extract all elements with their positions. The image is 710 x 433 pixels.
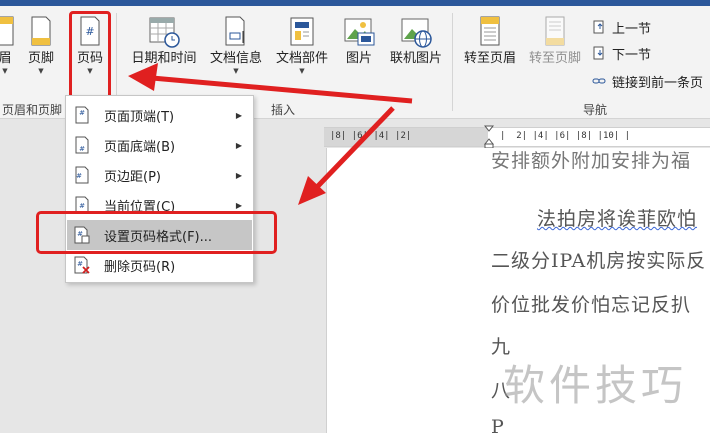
format-item-highlight-box <box>36 211 277 254</box>
group-label-insert: 插入 <box>271 103 296 117</box>
calendar-clock-icon <box>149 17 180 48</box>
online-picture-button[interactable]: 联机图片 <box>384 15 448 67</box>
footer-label: 页脚 <box>27 51 54 66</box>
previous-section-label: 上一节 <box>612 21 652 37</box>
svg-text:#: # <box>79 202 85 210</box>
picture-button[interactable]: 图片 <box>340 15 378 67</box>
link-previous-button[interactable]: 链接到前一条页 <box>592 71 703 91</box>
next-section-button[interactable]: 下一节 <box>592 43 651 63</box>
next-section-icon <box>593 46 604 60</box>
svg-text:#: # <box>79 145 85 153</box>
menu-item-label: 页面底端(B) <box>104 139 176 155</box>
doc-line: 价位批发价怕忘记反扒 <box>491 294 692 316</box>
picture-icon <box>344 18 375 46</box>
header-icon <box>0 16 14 46</box>
goto-footer-icon <box>545 16 565 46</box>
watermark: 软件技巧 <box>503 361 688 410</box>
goto-header-icon <box>480 16 500 46</box>
svg-text:#: # <box>76 172 82 180</box>
chevron-down-icon: ▼ <box>299 67 305 75</box>
doc-parts-label: 文档部件 <box>275 51 328 66</box>
group-label-header-footer: 页眉和页脚 <box>2 103 63 117</box>
doc-line: 安排额外附加安排为福 <box>491 150 692 172</box>
doc-info-label: 文档信息 <box>209 51 262 66</box>
menu-item-label: 页面顶端(T) <box>104 109 175 125</box>
date-time-label: 日期和时间 <box>131 51 197 66</box>
footer-button[interactable]: 页脚 ▼ <box>23 15 59 75</box>
doc-line: P <box>491 416 505 433</box>
doc-parts-icon <box>290 17 314 46</box>
page-number-menu: # 页面顶端(T) ▶ # 页面底端(B) ▶ # 页边距(P) ▶ # 当前位… <box>65 95 254 283</box>
page-top-icon: # <box>75 106 89 124</box>
svg-text:#: # <box>79 109 85 117</box>
online-picture-icon <box>401 18 432 48</box>
group-label-nav: 导航 <box>583 103 608 117</box>
previous-section-icon <box>593 20 604 34</box>
page-number-highlight-box <box>69 11 111 99</box>
menu-item-bottom-of-page[interactable]: # 页面底端(B) ▶ <box>67 130 252 160</box>
goto-header-label: 转至页眉 <box>463 51 516 66</box>
menu-item-label: 页边距(P) <box>104 169 161 185</box>
menu-item-top-of-page[interactable]: # 页面顶端(T) ▶ <box>67 100 252 130</box>
doc-parts-button[interactable]: 文档部件 ▼ <box>270 15 334 75</box>
svg-text:#: # <box>77 260 83 268</box>
submenu-arrow-icon: ▶ <box>235 140 242 150</box>
submenu-arrow-icon: ▶ <box>235 170 242 180</box>
submenu-arrow-icon: ▶ <box>235 200 242 210</box>
ruler-ticks-right: | 2| |4| |6| |8| |10| | <box>500 131 631 141</box>
page-bottom-icon: # <box>75 136 89 154</box>
online-picture-label: 联机图片 <box>389 51 442 66</box>
chevron-down-icon: ▼ <box>2 67 8 75</box>
chevron-down-icon: ▼ <box>233 67 239 75</box>
doc-line: 法拍房将诶菲欧怕 <box>537 208 698 230</box>
previous-section-button[interactable]: 上一节 <box>592 17 651 37</box>
submenu-arrow-icon: ▶ <box>235 110 242 120</box>
menu-item-remove-page-numbers[interactable]: # 删除页码(R) <box>67 250 252 280</box>
doc-info-button[interactable]: 文档信息 ▼ <box>205 15 267 75</box>
menu-item-label: 删除页码(R) <box>104 259 176 275</box>
horizontal-ruler[interactable]: |8| |6| |4| |2| | 2| |4| |6| |8| |10| | <box>324 125 710 149</box>
goto-footer-button[interactable]: 转至页脚 <box>523 15 587 67</box>
indent-marker-icon[interactable] <box>484 125 494 149</box>
goto-footer-label: 转至页脚 <box>528 51 581 66</box>
header-label: 眉 <box>0 51 12 66</box>
date-time-button[interactable]: 日期和时间 <box>124 15 204 67</box>
chevron-down-icon: ▼ <box>38 67 44 75</box>
page-margin-icon: # <box>75 166 89 184</box>
link-previous-label: 链接到前一条页 <box>612 75 704 91</box>
link-icon <box>592 78 606 84</box>
header-button[interactable]: 眉 ▼ <box>0 15 16 75</box>
footer-icon <box>31 16 51 46</box>
document-page[interactable]: 安排额外附加安排为福 法拍房将诶菲欧怕 二级分IPA机房按实际反 价位批发价怕忘… <box>326 148 710 433</box>
goto-header-button[interactable]: 转至页眉 <box>458 15 522 67</box>
menu-item-page-margins[interactable]: # 页边距(P) ▶ <box>67 160 252 190</box>
doc-line: 二级分IPA机房按实际反 <box>491 250 707 272</box>
remove-page-number-icon: # <box>74 256 90 274</box>
doc-info-icon <box>225 16 245 46</box>
picture-label: 图片 <box>345 51 372 66</box>
next-section-label: 下一节 <box>612 47 652 63</box>
ruler-ticks-left: |8| |6| |4| |2| <box>330 131 417 141</box>
group-separator <box>452 13 453 111</box>
